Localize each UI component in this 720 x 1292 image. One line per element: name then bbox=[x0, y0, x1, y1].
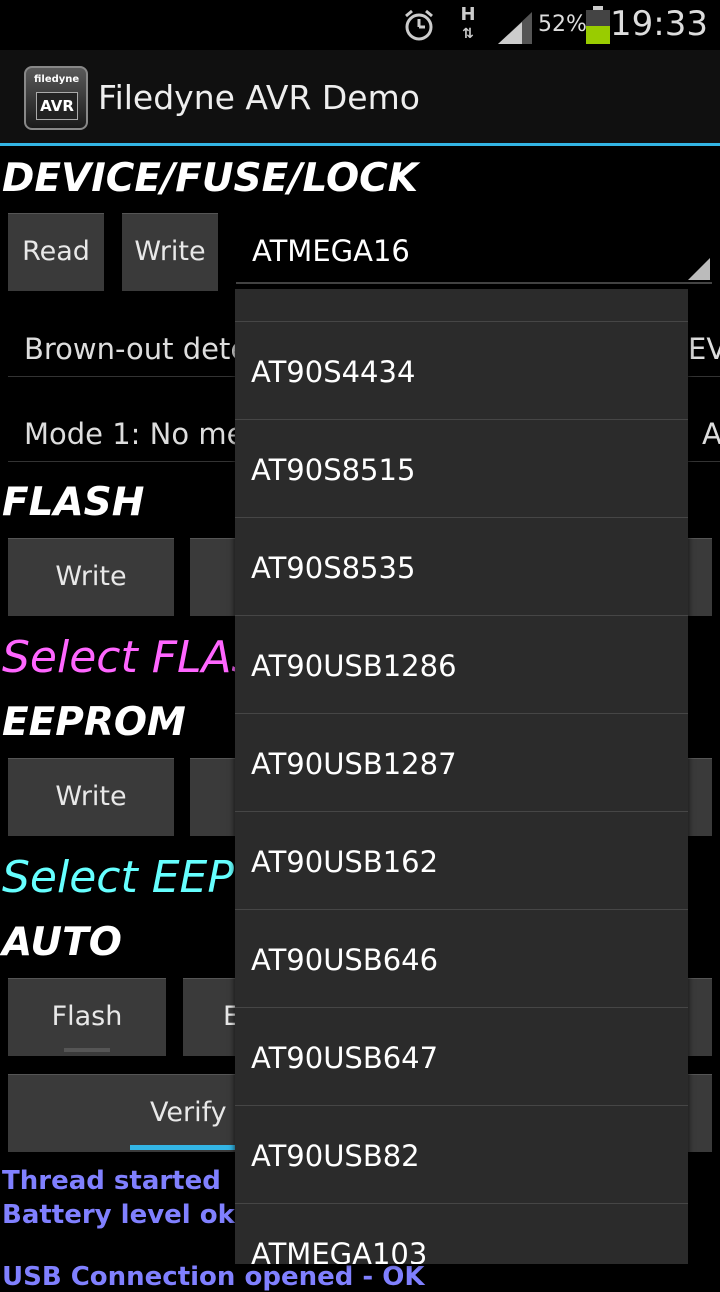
device-dropdown-list[interactable]: AT90S4434 AT90S8515 AT90S8535 AT90USB128… bbox=[235, 289, 688, 1264]
app-icon[interactable]: filedyne AVR bbox=[24, 66, 88, 130]
log-line: Thread started bbox=[2, 1166, 221, 1196]
dropdown-item[interactable]: ATMEGA103 bbox=[235, 1203, 688, 1264]
toggle-indicator bbox=[64, 1048, 110, 1052]
status-bar: H ⇅ 52% 19:33 bbox=[0, 0, 720, 50]
clock: 19:33 bbox=[610, 4, 708, 44]
flash-header: FLASH bbox=[2, 480, 145, 525]
battery-percent: 52% bbox=[538, 12, 587, 37]
dropdown-item[interactable]: AT90USB1286 bbox=[235, 615, 688, 713]
dropdown-item[interactable]: AT90USB82 bbox=[235, 1105, 688, 1203]
app-title: Filedyne AVR Demo bbox=[98, 78, 420, 117]
auto-flash-toggle[interactable]: Flash bbox=[8, 978, 166, 1056]
auto-header: AUTO bbox=[2, 920, 122, 965]
brown-out-row[interactable]: Brown-out dete bbox=[24, 332, 248, 366]
mode-value: A bbox=[702, 417, 720, 451]
log-line: USB Connection opened - OK bbox=[2, 1262, 425, 1292]
dropdown-item[interactable]: AT90USB1287 bbox=[235, 713, 688, 811]
dropdown-item[interactable]: AT90USB646 bbox=[235, 909, 688, 1007]
dropdown-item[interactable]: AT90S8535 bbox=[235, 517, 688, 615]
read-button[interactable]: Read bbox=[8, 213, 104, 291]
mode-row[interactable]: Mode 1: No me bbox=[24, 417, 244, 451]
device-spinner[interactable]: ATMEGA16 bbox=[236, 212, 712, 284]
select-eeprom-file[interactable]: Select EEPR bbox=[2, 852, 264, 903]
network-type-icon: H ⇅ bbox=[460, 4, 476, 43]
select-flash-file[interactable]: Select FLAS bbox=[2, 632, 260, 683]
dropdown-item[interactable]: AT90USB647 bbox=[235, 1007, 688, 1105]
write-device-button[interactable]: Write bbox=[122, 213, 218, 291]
eeprom-write-button[interactable]: Write bbox=[8, 758, 174, 836]
signal-icon bbox=[498, 12, 532, 44]
device-spinner-value: ATMEGA16 bbox=[252, 234, 410, 268]
dropdown-item[interactable]: AT90USB162 bbox=[235, 811, 688, 909]
battery-icon bbox=[586, 6, 610, 44]
alarm-icon bbox=[405, 9, 433, 41]
action-bar: filedyne AVR Filedyne AVR Demo bbox=[0, 50, 720, 144]
spinner-arrow-icon bbox=[688, 258, 710, 280]
dropdown-item-partial[interactable] bbox=[235, 289, 688, 321]
device-fuse-lock-header: DEVICE/FUSE/LOCK bbox=[2, 156, 418, 201]
toggle-indicator bbox=[130, 1145, 240, 1150]
brown-out-value: EV bbox=[688, 332, 720, 366]
dropdown-item[interactable]: AT90S8515 bbox=[235, 419, 688, 517]
eeprom-header: EEPROM bbox=[2, 700, 186, 745]
flash-write-button[interactable]: Write bbox=[8, 538, 174, 616]
dropdown-item[interactable]: AT90S4434 bbox=[235, 321, 688, 419]
